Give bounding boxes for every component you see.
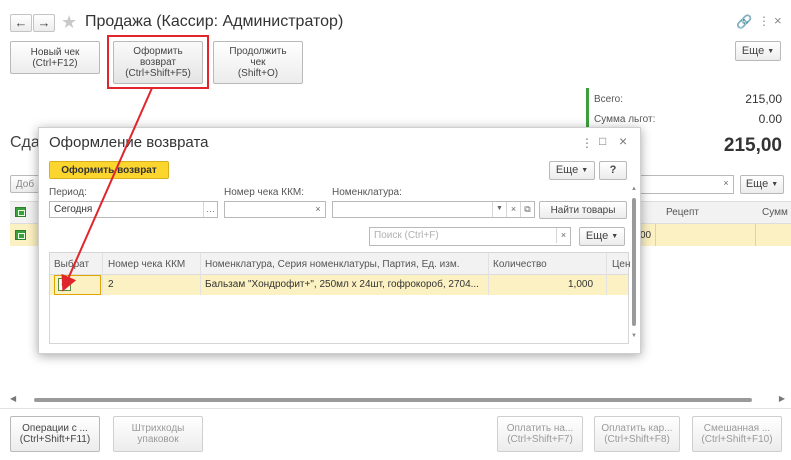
annotation-arrow bbox=[61, 87, 153, 292]
